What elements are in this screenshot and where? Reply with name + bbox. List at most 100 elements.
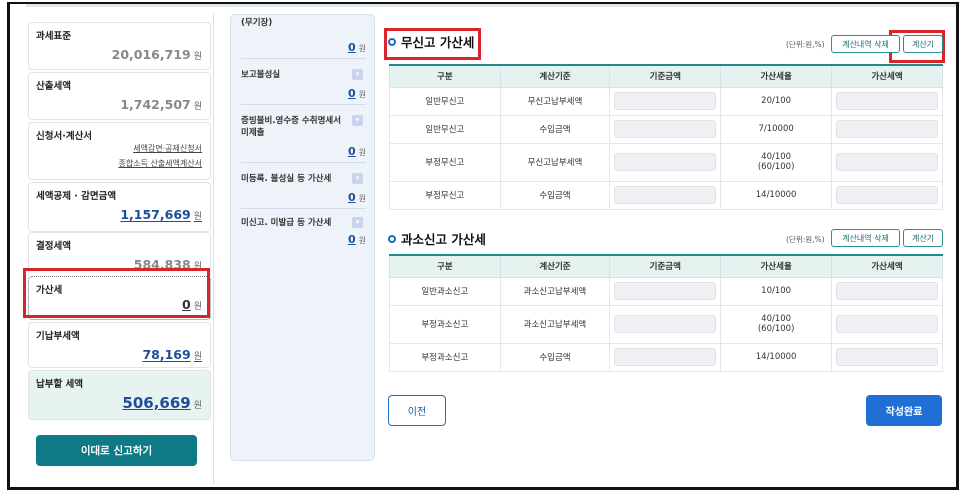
cell-rate: 14/10000 [720,342,832,372]
cell-type: 부정무신고 [389,142,501,182]
cell-basis: 수입금액 [499,342,611,372]
card-application-forms: 신청서·계산서 세액감면·공제신청서 종합소득 산출세액계산서 [28,122,211,180]
submit-report-button[interactable]: 이대로 신고하기 [36,435,197,466]
card-value: 506,669 원 [122,394,202,412]
non-report-table: 구분 계산기준 기준금액 가산세율 가산세액 일반무신고 무신고납부세액 20/… [389,64,943,210]
tax-amount-input[interactable] [831,180,943,210]
calculator-button[interactable]: 계산기 [903,35,943,53]
col-header: 가산세액 [831,64,943,88]
chevron-down-icon[interactable]: ▾ [352,173,363,184]
card-label: 신청서·계산서 [36,131,93,142]
cell-basis: 과소신고납부세액 [499,276,611,306]
complete-button[interactable]: 작성완료 [866,395,942,426]
under-report-table: 구분 계산기준 기준금액 가산세율 가산세액 일반과소신고 과소신고납부세액 1… [389,254,943,372]
card-prepaid-tax[interactable]: 기납부세액 78,169 원 [28,322,211,368]
base-amount-input[interactable] [609,86,722,116]
card-value[interactable]: 1,157,669 원 [120,207,202,222]
mid-item-label: 미신고. 미발급 등 가산세 [241,218,332,228]
tax-amount-input[interactable] [831,276,943,306]
table-row: 부정무신고 수입금액 14/10000 [389,180,943,210]
additional-tax-detail: 무신고 가산세 (단위:원,%) 계산내역 삭제 계산기 구분 계산기준 기준금… [380,14,952,484]
cell-rate: 10/100 [720,276,832,306]
cell-type: 부정무신고 [389,180,501,210]
mid-item-value: 0원 [347,145,366,158]
base-amount-input[interactable] [609,276,722,306]
base-amount-input[interactable] [609,342,722,372]
col-header: 구분 [389,64,501,88]
table-row: 부정과소신고 수입금액 14/10000 [389,342,943,372]
mid-item-report-negligence[interactable]: 보고불성실 ▾ 0원 [241,69,366,105]
circle-bullet-icon [388,234,396,243]
card-tax-payable: 납부할 세액 506,669 원 [28,370,211,420]
table-row: 일반무신고 무신고납부세액 20/100 [389,86,943,116]
base-amount-input[interactable] [609,304,722,344]
top-divider [26,4,956,7]
cell-type: 일반무신고 [389,86,501,116]
mid-item-label: 증빙불비.영수증 수취명세서 미제출 [241,116,342,138]
col-header: 계산기준 [499,254,611,278]
mid-item-unregistered[interactable]: 미등록. 불성실 등 가산세 ▾ 0원 [241,173,366,209]
card-tax-base[interactable]: 과세표준 20,016,719 원 [28,22,211,70]
delete-history-button[interactable]: 계산내역 삭제 [831,35,900,53]
cell-basis: 수입금액 [499,114,611,144]
unit-label: (단위:원,%) [786,40,825,49]
card-value: 1,742,507 원 [120,97,202,112]
summary-panel: 과세표준 20,016,719 원 산출세액 1,742,507 원 신청서·계산서… [26,14,214,484]
delete-history-button[interactable]: 계산내역 삭제 [831,229,900,247]
cell-type: 일반무신고 [389,114,501,144]
link-deduction-form[interactable]: 세액감면·공제신청서 [133,143,202,154]
table-row: 일반과소신고 과소신고납부세액 10/100 [389,276,943,306]
tax-amount-input[interactable] [831,86,943,116]
card-label: 결정세액 [36,241,71,252]
cell-rate: 40/100 (60/100) [720,142,832,182]
mid-item-value: 0원 [347,41,366,54]
calculator-button[interactable]: 계산기 [903,229,943,247]
cell-type: 부정과소신고 [389,342,501,372]
card-value[interactable]: 78,169 원 [142,347,202,362]
col-header: 구분 [389,254,501,278]
app-frame: 과세표준 20,016,719 원 산출세액 1,742,507 원 신청서·계산서… [7,2,959,490]
base-amount-input[interactable] [609,142,722,182]
chevron-down-icon[interactable]: ▾ [352,69,363,80]
mid-item-value: 0원 [347,233,366,246]
base-amount-input[interactable] [609,180,722,210]
cell-type: 부정과소신고 [389,304,501,344]
table-row: 부정무신고 무신고납부세액 40/100 (60/100) [389,142,943,182]
cell-basis: 무신고납부세액 [499,142,611,182]
unit-label: (단위:원,%) [786,235,825,244]
mid-item-no-bookkeeping[interactable]: (무기장) 0원 [241,17,366,59]
col-header: 계산기준 [499,64,611,88]
chevron-down-icon[interactable]: ▾ [352,115,363,126]
previous-button[interactable]: 이전 [388,395,446,426]
highlight-box-additional-tax [23,268,210,318]
mid-item-value: 0원 [347,191,366,204]
card-computed-tax[interactable]: 산출세액 1,742,507 원 [28,72,211,120]
cell-basis: 과소신고납부세액 [499,304,611,344]
cell-rate: 20/100 [720,86,832,116]
card-value: 20,016,719 원 [111,47,202,62]
mid-item-label: 보고불성실 [241,70,281,80]
circle-bullet-icon [388,37,396,46]
cell-rate: 14/10000 [720,180,832,210]
base-amount-input[interactable] [609,114,722,144]
mid-item-label: 미등록. 불성실 등 가산세 [241,174,332,184]
link-income-tax-statement[interactable]: 종합소득 산출세액계산서 [118,158,202,169]
card-credit-reduction[interactable]: 세액공제 · 감면금액 1,157,669 원 [28,182,211,232]
mid-item-value: 0원 [347,87,366,100]
tax-amount-input[interactable] [831,142,943,182]
col-header: 기준금액 [609,254,722,278]
card-label: 기납부세액 [36,331,80,342]
tax-amount-input[interactable] [831,342,943,372]
card-label: 과세표준 [36,31,71,42]
col-header: 가산세율 [720,64,832,88]
tax-amount-input[interactable] [831,114,943,144]
col-header: 가산세율 [720,254,832,278]
mid-item-receipt-missing[interactable]: 증빙불비.영수증 수취명세서 미제출 ▾ 0원 [241,115,366,163]
table-row: 일반무신고 수입금액 7/10000 [389,114,943,144]
chevron-down-icon[interactable]: ▾ [352,217,363,228]
card-label: 세액공제 · 감면금액 [36,191,117,202]
tax-amount-input[interactable] [831,304,943,344]
cell-type: 일반과소신고 [389,276,501,306]
mid-item-label: (무기장) [241,18,273,28]
mid-item-unreported[interactable]: 미신고. 미발급 등 가산세 ▾ 0원 [241,217,366,247]
